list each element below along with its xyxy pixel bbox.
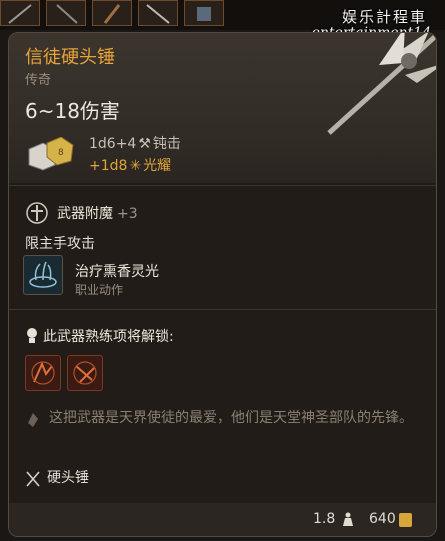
aura-icon xyxy=(29,261,57,288)
action-type: 职业动作 xyxy=(75,283,124,297)
weapon-type: 硬头锤 xyxy=(47,470,89,486)
item-name: 信徒硬头锤 xyxy=(25,47,115,68)
dice-icon: 8 xyxy=(28,137,74,171)
mastery-label: 此武器熟练项将解锁: xyxy=(43,329,174,345)
mace-icon xyxy=(327,33,436,135)
gold-coin-icon xyxy=(399,513,412,527)
damage-base-line: 1d6+4 ⚒ 钝击 xyxy=(89,133,181,153)
inventory-slot[interactable] xyxy=(0,0,40,26)
action-slot[interactable] xyxy=(23,255,63,295)
damage-base-type: 钝击 xyxy=(152,136,181,152)
weapon-icon xyxy=(146,4,170,24)
watermark-title: 娱乐計程車 xyxy=(341,8,427,26)
mastery-skill-slot[interactable] xyxy=(25,355,61,391)
mainhand-only: 限主手攻击 xyxy=(25,236,95,252)
crossed-weapons-icon xyxy=(26,471,40,487)
item-tooltip: 信徒硬头锤 传奇 6~18伤害 8 1d6+4 ⚒ 钝击 +1d8 ✳ 光耀 武器附魔 +… xyxy=(8,32,437,537)
mastery-skill-icon xyxy=(31,361,55,385)
damage-base-dice: 1d6+4 xyxy=(89,136,137,152)
mastery-skill-slot[interactable] xyxy=(67,355,103,391)
damage-range: 6~18伤害 xyxy=(25,99,120,123)
damage-bonus-line: +1d8 ✳ 光耀 xyxy=(89,155,171,175)
radiant-icon: ✳ xyxy=(129,158,142,174)
damage-bonus-type: 光耀 xyxy=(143,158,172,174)
weight-icon xyxy=(343,512,353,526)
damage-bonus-dice: +1d8 xyxy=(89,158,128,174)
inventory-slot[interactable] xyxy=(92,0,132,26)
enchant-line: 武器附魔 +3 xyxy=(57,203,138,223)
svg-text:8: 8 xyxy=(58,148,64,158)
hammer-icon: ⚒ xyxy=(138,136,151,152)
enchant-icon xyxy=(26,202,48,224)
bulb-icon xyxy=(27,328,37,343)
weapon-icon xyxy=(8,4,32,24)
quote-icon xyxy=(28,413,38,427)
inventory-slot[interactable] xyxy=(184,0,224,26)
weapon-icon xyxy=(56,4,78,24)
armor-icon xyxy=(197,7,211,21)
enchant-bonus: +3 xyxy=(117,206,138,222)
inventory-slot[interactable] xyxy=(138,0,178,26)
divider xyxy=(9,309,436,310)
inventory-slot[interactable] xyxy=(46,0,86,26)
item-weight: 1.8 xyxy=(313,511,336,527)
mastery-skill-icon xyxy=(73,361,97,385)
item-price: 640 xyxy=(369,511,396,527)
flavor-text: 这把武器是天界使徒的最爱，他们是天堂神圣部队的先锋。 xyxy=(49,410,413,426)
item-rarity: 传奇 xyxy=(25,73,52,88)
weapon-icon xyxy=(103,4,121,24)
divider xyxy=(9,185,436,186)
action-name: 治疗熏香灵光 xyxy=(75,264,159,280)
enchant-label: 武器附魔 xyxy=(57,206,113,222)
